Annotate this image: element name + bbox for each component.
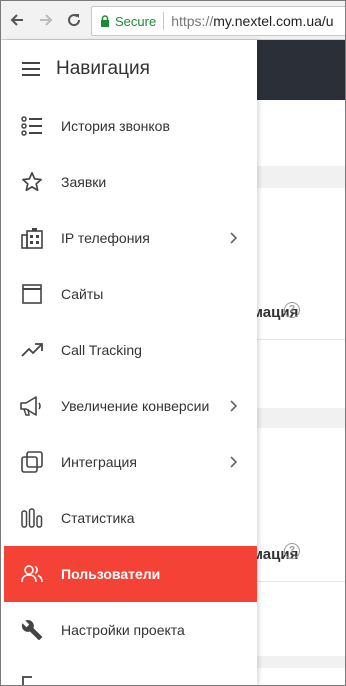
menu-item-label: Call Tracking (61, 342, 142, 358)
users-icon (20, 562, 44, 586)
help-icon[interactable]: ? (284, 543, 300, 559)
menu-item-ip-telephony[interactable]: IP телефония (4, 210, 257, 266)
forward-button[interactable] (36, 10, 56, 30)
menu-item-label: Пользователи (61, 566, 161, 582)
menu-item-call-tracking[interactable]: Call Tracking (4, 322, 257, 378)
menu-item-label: Сайты (61, 286, 104, 302)
section-divider (257, 166, 345, 188)
browser-toolbar: Secure https://my.nextel.com.ua/u (1, 1, 345, 40)
call-history-list-icon (20, 114, 44, 138)
menu-item-integration[interactable]: Интеграция (4, 434, 257, 490)
secure-label: Secure (115, 13, 157, 29)
address-separator (163, 12, 165, 30)
star-icon (20, 170, 44, 194)
menu-item-label: Увеличение конверсии (61, 398, 210, 414)
megaphone-icon (20, 394, 44, 418)
arrow-left-icon (10, 14, 23, 26)
menu-item-users[interactable]: Пользователи (4, 546, 257, 602)
menu-item-call-history[interactable]: История звонков (4, 98, 257, 154)
wrench-icon (20, 618, 44, 642)
card-divider (257, 581, 345, 582)
section-heading: Информация (257, 304, 299, 321)
menu-item-label: Интеграция (61, 454, 137, 470)
bar-chart-icon (20, 506, 44, 530)
reload-button[interactable] (64, 10, 84, 30)
address-bar[interactable]: Secure https://my.nextel.com.ua/u (91, 6, 345, 36)
chevron-right-icon (229, 455, 239, 469)
menu-item-label: Статистика (61, 510, 135, 526)
chevron-right-icon (229, 231, 239, 245)
drawer-header: Навигация (4, 40, 257, 98)
card-divider (257, 339, 345, 340)
trending-up-icon (20, 338, 44, 362)
page-header (257, 40, 345, 100)
help-icon[interactable]: ? (284, 302, 300, 318)
arrow-right-icon (40, 14, 53, 26)
chevron-right-icon (229, 399, 239, 413)
url-host: my.nextel.com.ua/u (213, 13, 334, 29)
menu-item-conversion[interactable]: Увеличение конверсии (4, 378, 257, 434)
menu-item-label: Настройки проекта (61, 622, 185, 638)
app-window: Secure https://my.nextel.com.ua/u Информ… (0, 0, 346, 686)
reload-icon (68, 14, 81, 27)
section-divider (257, 408, 345, 428)
lock-icon (100, 15, 110, 27)
menu-toggle-button[interactable] (22, 62, 42, 76)
menu-item-project-settings[interactable]: Настройки проекта (4, 602, 257, 658)
hamburger-icon (22, 62, 40, 76)
menu-item-label: Заявки (61, 174, 107, 190)
url-protocol: https:// (171, 13, 214, 29)
menu-item-label: IP телефония (61, 230, 150, 246)
drawer-title: Навигация (56, 58, 150, 79)
menu-item-requests[interactable]: Заявки (4, 154, 257, 210)
back-button[interactable] (7, 10, 27, 30)
navigation-drawer: Навигация История звонков Заявки IP теле… (4, 40, 257, 685)
section-heading: Информация (257, 546, 299, 563)
menu-item-statistics[interactable]: Статистика (4, 490, 257, 546)
next-menu-icon-partial (22, 676, 32, 685)
section-divider (257, 656, 345, 668)
menu-item-label: История звонков (61, 118, 170, 134)
layers-icon (20, 450, 44, 474)
browser-window-icon (20, 282, 44, 306)
office-building-icon (20, 226, 44, 250)
menu-item-sites[interactable]: Сайты (4, 266, 257, 322)
url-text: https://my.nextel.com.ua/u (171, 13, 333, 29)
